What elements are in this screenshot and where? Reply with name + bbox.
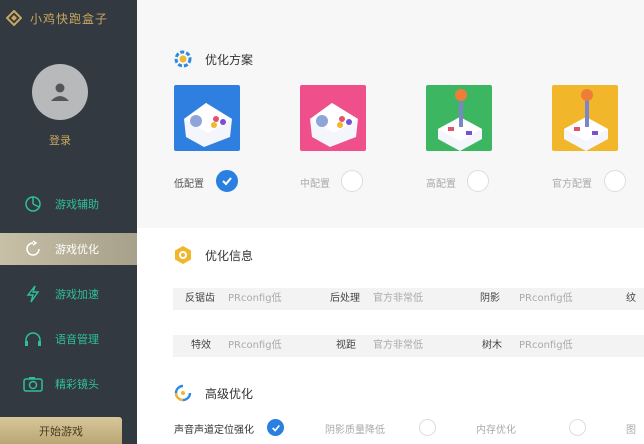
info-key: 视距 <box>336 340 356 351</box>
advanced-optimization-header: 高级优化 <box>173 383 253 403</box>
section-divider <box>137 228 644 232</box>
login-link[interactable]: 登录 <box>0 132 120 148</box>
pie-icon <box>23 194 43 214</box>
camera-icon <box>23 374 43 394</box>
info-row: 反锯齿 PRconfig低 后处理 官方非常低 阴影 PRconfig低 纹 <box>173 288 644 310</box>
info-value: PRconfig低 <box>228 293 282 304</box>
section-title: 优化信息 <box>205 248 254 263</box>
section-title: 优化方案 <box>205 52 254 67</box>
avatar[interactable] <box>32 64 88 120</box>
diamond-logo-icon <box>6 10 22 26</box>
low-config-card[interactable] <box>174 85 240 151</box>
info-value: PRconfig低 <box>228 340 282 351</box>
joystick-icon <box>438 89 482 151</box>
main-panel: 优化方案 低配置 中配置 高配置 官方配置 优化信息 反锯齿 PRconfig低… <box>137 0 644 444</box>
info-value: PRconfig低 <box>519 340 573 351</box>
sidebar-item-game-assist[interactable]: 游戏辅助 <box>0 188 137 220</box>
headset-icon <box>23 329 43 349</box>
memory-optimize-label: 内存优化 <box>476 425 516 436</box>
mid-config-card[interactable] <box>300 85 366 151</box>
info-key: 纹 <box>626 293 636 304</box>
gear-icon <box>174 50 192 68</box>
hexagon-icon <box>175 246 191 264</box>
user-icon <box>51 83 69 101</box>
sound-positioning-label: 声音声道定位强化 <box>174 425 254 436</box>
sidebar-item-highlights[interactable]: 精彩镜头 <box>0 368 137 400</box>
lightning-icon <box>23 284 43 304</box>
sidebar-item-game-optimize[interactable]: 游戏优化 <box>0 233 145 265</box>
sync-icon <box>174 384 192 402</box>
sound-positioning-toggle[interactable] <box>267 419 284 436</box>
mid-config-label: 中配置 <box>300 179 330 190</box>
mid-config-radio[interactable] <box>341 170 363 192</box>
check-icon <box>271 424 280 432</box>
info-value: 官方非常低 <box>373 340 423 351</box>
sidebar-item-label: 游戏辅助 <box>55 198 99 211</box>
shadow-quality-label: 阴影质量降低 <box>325 425 385 436</box>
official-config-radio[interactable] <box>604 170 626 192</box>
gamepad-icon <box>310 103 358 147</box>
shadow-quality-toggle[interactable] <box>419 419 436 436</box>
memory-optimize-toggle[interactable] <box>569 419 586 436</box>
info-key: 反锯齿 <box>185 293 215 304</box>
info-key: 后处理 <box>330 293 360 304</box>
gamepad-icon <box>184 103 232 147</box>
sidebar-item-label: 游戏优化 <box>55 243 99 256</box>
high-config-label: 高配置 <box>426 179 456 190</box>
info-value: 官方非常低 <box>373 293 423 304</box>
sidebar-item-label: 精彩镜头 <box>55 378 99 391</box>
app-logo: 小鸡快跑盒子 <box>6 8 108 28</box>
low-config-label: 低配置 <box>174 179 204 190</box>
info-value: PRconfig低 <box>519 293 573 304</box>
low-config-radio[interactable] <box>216 170 238 192</box>
sidebar-item-voice-manage[interactable]: 语音管理 <box>0 323 137 355</box>
official-config-card[interactable] <box>552 85 618 151</box>
optimization-plan-header: 优化方案 <box>173 49 253 69</box>
sidebar-item-game-accelerate[interactable]: 游戏加速 <box>0 278 137 310</box>
advanced-option-label: 图 <box>626 425 636 436</box>
section-title: 高级优化 <box>205 386 254 401</box>
info-row: 特效 PRconfig低 视距 官方非常低 树木 PRconfig低 <box>173 335 644 357</box>
info-key: 特效 <box>191 340 211 351</box>
high-config-card[interactable] <box>426 85 492 151</box>
sidebar-item-label: 游戏加速 <box>55 288 99 301</box>
info-key: 树木 <box>482 340 502 351</box>
app-title: 小鸡快跑盒子 <box>30 11 109 26</box>
info-key: 阴影 <box>480 293 500 304</box>
refresh-icon <box>23 239 43 259</box>
high-config-radio[interactable] <box>467 170 489 192</box>
official-config-label: 官方配置 <box>552 179 592 190</box>
sidebar: 小鸡快跑盒子 登录 游戏辅助 游戏优化 游戏加速 语音管理 精彩镜头 开始游戏 <box>0 0 145 444</box>
sidebar-item-label: 语音管理 <box>55 333 99 346</box>
check-icon <box>222 177 232 186</box>
joystick-icon <box>564 89 608 151</box>
start-game-button[interactable]: 开始游戏 <box>0 417 122 444</box>
optimization-info-header: 优化信息 <box>173 245 253 265</box>
